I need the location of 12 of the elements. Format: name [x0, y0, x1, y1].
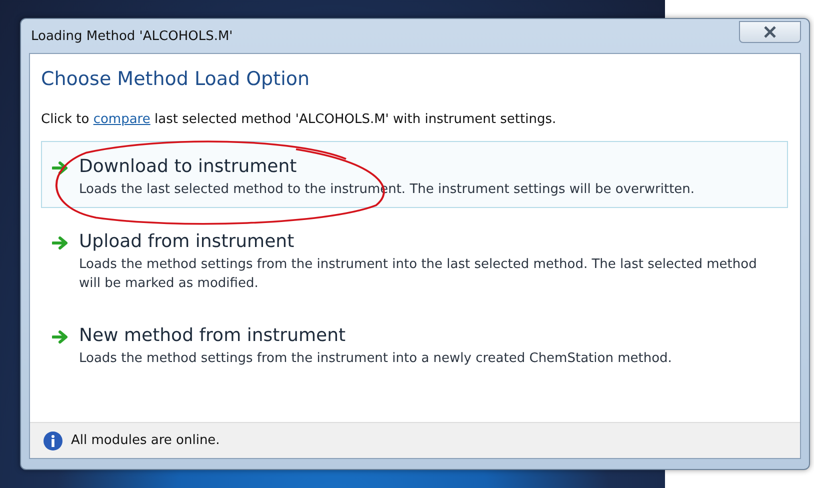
status-text: All modules are online. — [71, 433, 220, 448]
load-option[interactable]: New method from instrument Loads the method settings from the instrument into a newly created ChemStation method. — [41, 310, 788, 377]
option-title: Download to instrument — [79, 156, 298, 177]
compare-link[interactable]: compare — [93, 112, 150, 127]
window-title: Loading Method 'ALCOHOLS.M' — [31, 28, 233, 44]
option-title: New method from instrument — [79, 325, 347, 346]
intro-text: Click to compare last selected method 'ALCOHOLS.M' with instrument settings. — [41, 112, 558, 127]
option-title: Upload from instrument — [79, 231, 296, 252]
dialog-heading: Choose Method Load Option — [41, 68, 311, 90]
option-description: Loads the method settings from the instrument into a newly created ChemStation method. — [79, 350, 672, 368]
load-option[interactable]: Upload from instrument Loads the method settings from the instrument into the last selected method. The last selected method will be marked as modified. — [41, 216, 788, 302]
option-description: Loads the method settings from the instrument into the last selected method. The last selected method will be marked as modified. — [79, 256, 758, 293]
